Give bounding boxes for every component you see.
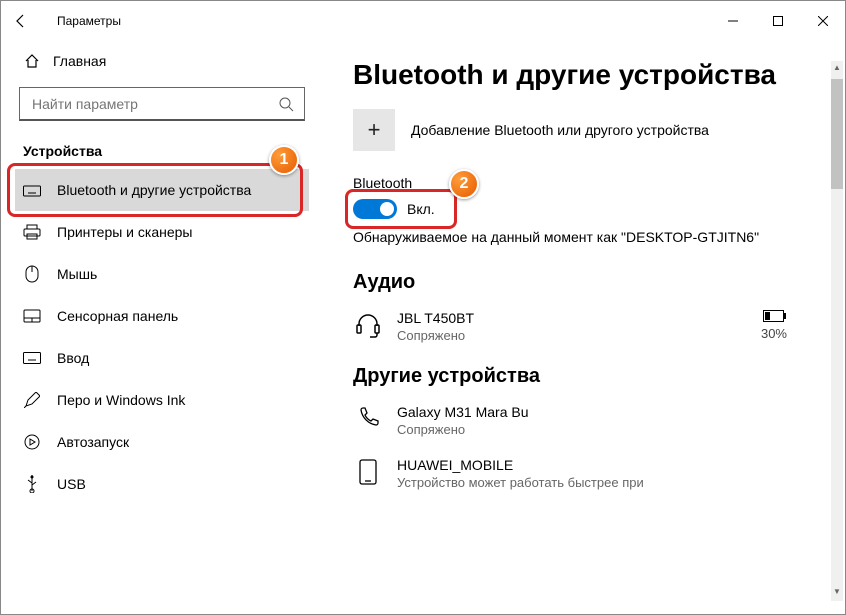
battery-icon: [763, 310, 787, 322]
page-title: Bluetooth и другие устройства: [353, 59, 825, 91]
minimize-button[interactable]: [710, 6, 755, 36]
bluetooth-toggle-row: Вкл.: [353, 199, 493, 219]
discoverable-text: Обнаруживаемое на данный момент как "DES…: [353, 229, 825, 245]
autoplay-icon: [23, 433, 41, 451]
annotation-marker-1: 1: [269, 145, 299, 175]
nav-printers[interactable]: Принтеры и сканеры: [15, 211, 309, 253]
touchpad-icon: [23, 307, 41, 325]
sidebar-section-head: Устройства: [15, 133, 309, 169]
back-button[interactable]: [13, 13, 45, 29]
nav-item-label: Сенсорная панель: [57, 308, 178, 324]
search-input[interactable]: [30, 95, 278, 113]
window-title: Параметры: [45, 14, 710, 28]
device-name: JBL T450BT: [397, 310, 747, 326]
scrollbar-up-icon[interactable]: ▲: [831, 63, 843, 75]
device-status: Устройство может работать быстрее при: [397, 475, 825, 490]
battery-percent: 30%: [761, 326, 787, 341]
search-box[interactable]: [19, 87, 305, 121]
nav-home[interactable]: Главная: [15, 41, 309, 81]
bluetooth-toggle[interactable]: [353, 199, 397, 219]
annotation-marker-2: 2: [449, 169, 479, 199]
keyboard-icon: [23, 181, 41, 199]
nav-home-label: Главная: [53, 53, 106, 69]
plus-icon: +: [353, 109, 395, 151]
sidebar: Главная Устройства Bluetooth и другие ус…: [1, 41, 321, 614]
nav-item-label: Принтеры и сканеры: [57, 224, 192, 240]
nav-typing[interactable]: Ввод: [15, 337, 309, 379]
keyboard-small-icon: [23, 349, 41, 367]
nav-item-label: Автозапуск: [57, 434, 129, 450]
nav-touchpad[interactable]: Сенсорная панель: [15, 295, 309, 337]
other-heading: Другие устройства: [353, 365, 825, 388]
window-controls: [710, 6, 845, 36]
phone-icon: [353, 404, 383, 434]
battery-indicator: 30%: [761, 310, 825, 341]
add-device-button[interactable]: + Добавление Bluetooth или другого устро…: [353, 109, 825, 151]
nav-item-label: Ввод: [57, 350, 89, 366]
maximize-button[interactable]: [755, 6, 800, 36]
device-other-1[interactable]: Galaxy M31 Mara Bu Сопряжено: [353, 398, 825, 451]
nav-bluetooth[interactable]: Bluetooth и другие устройства: [15, 169, 309, 211]
titlebar: Параметры: [1, 1, 845, 41]
headset-icon: [353, 310, 383, 340]
device-name: Galaxy M31 Mara Bu: [397, 404, 825, 420]
device-name: HUAWEI_MOBILE: [397, 457, 825, 473]
audio-heading: Аудио: [353, 271, 825, 294]
nav-usb[interactable]: USB: [15, 463, 309, 505]
nav-pen[interactable]: Перо и Windows Ink: [15, 379, 309, 421]
scrollbar-down-icon[interactable]: ▼: [831, 587, 843, 599]
nav-item-label: Bluetooth и другие устройства: [57, 182, 251, 198]
close-button[interactable]: [800, 6, 845, 36]
nav-item-label: Перо и Windows Ink: [57, 392, 185, 408]
home-icon: [23, 52, 41, 70]
device-audio[interactable]: JBL T450BT Сопряжено 30%: [353, 304, 825, 357]
nav-item-label: USB: [57, 476, 86, 492]
device-status: Сопряжено: [397, 422, 825, 437]
nav-mouse[interactable]: Мышь: [15, 253, 309, 295]
device-other-2[interactable]: HUAWEI_MOBILE Устройство может работать …: [353, 451, 825, 490]
add-device-label: Добавление Bluetooth или другого устройс…: [411, 122, 709, 138]
usb-icon: [23, 475, 41, 493]
device-status: Сопряжено: [397, 328, 747, 343]
bluetooth-heading: Bluetooth: [353, 175, 825, 191]
pen-icon: [23, 391, 41, 409]
scrollbar-thumb[interactable]: [831, 79, 843, 189]
main-content: Bluetooth и другие устройства + Добавлен…: [321, 41, 845, 614]
mouse-icon: [23, 265, 41, 283]
bluetooth-toggle-label: Вкл.: [407, 201, 435, 217]
search-icon: [278, 96, 294, 112]
nav-autoplay[interactable]: Автозапуск: [15, 421, 309, 463]
scrollbar[interactable]: ▲ ▼: [831, 61, 843, 601]
nav-item-label: Мышь: [57, 266, 97, 282]
phone-device-icon: [353, 457, 383, 487]
printer-icon: [23, 223, 41, 241]
